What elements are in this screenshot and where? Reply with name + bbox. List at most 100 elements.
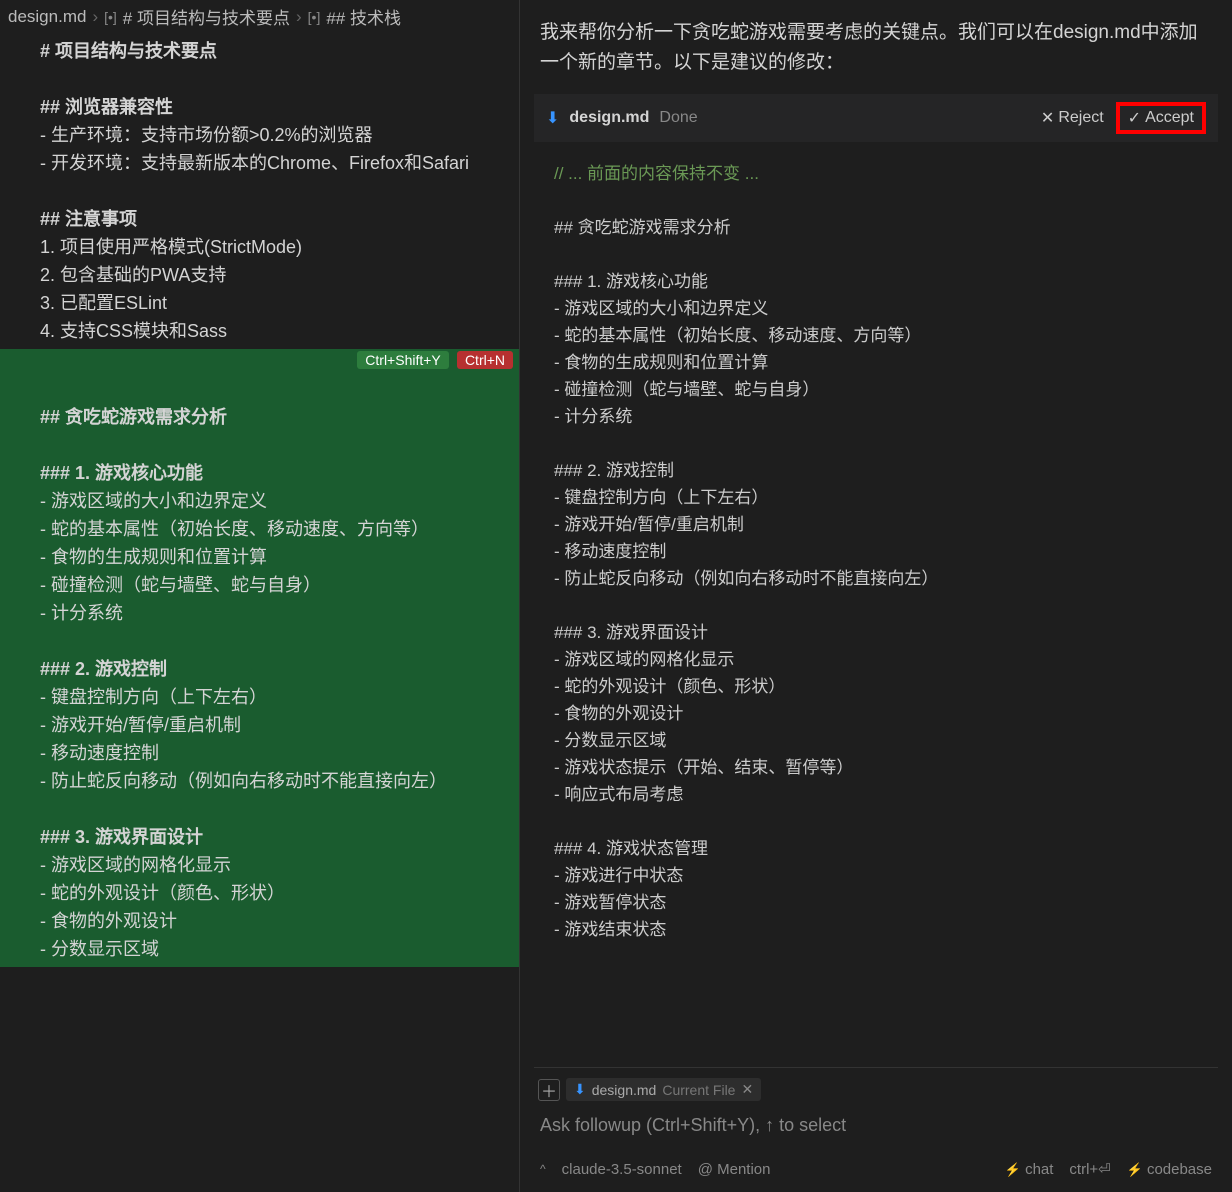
lightning-icon bbox=[1127, 1161, 1143, 1178]
code-line: ### 2. 游戏控制 bbox=[554, 457, 1198, 484]
chat-input[interactable]: Ask followup (Ctrl+Shift+Y), ↑ to select bbox=[534, 1105, 1218, 1156]
code-line: - 分数显示区域 bbox=[554, 727, 1198, 754]
breadcrumb: design.md › [•] # 项目结构与技术要点 › [•] ## 技术栈 bbox=[0, 0, 519, 33]
chip-close-icon[interactable]: ✕ bbox=[741, 1081, 753, 1098]
editor-panel: design.md › [•] # 项目结构与技术要点 › [•] ## 技术栈… bbox=[0, 0, 520, 1192]
diff-added-line[interactable]: - 食物的生成规则和位置计算 bbox=[40, 543, 519, 571]
context-chip[interactable]: ⬇ design.md Current File ✕ bbox=[566, 1078, 761, 1101]
chat-mode-button[interactable]: chat bbox=[1005, 1161, 1054, 1178]
editor-line[interactable]: 4. 支持CSS模块和Sass bbox=[40, 317, 519, 345]
editor-line[interactable]: ## 浏览器兼容性 bbox=[40, 93, 519, 121]
code-line: - 响应式布局考虑 bbox=[554, 781, 1198, 808]
editor-line[interactable]: - 生产环境：支持市场份额>0.2%的浏览器 bbox=[40, 121, 519, 149]
diff-added-line[interactable]: - 游戏开始/暂停/重启机制 bbox=[40, 711, 519, 739]
editor-line[interactable]: 1. 项目使用严格模式(StrictMode) bbox=[40, 233, 519, 261]
code-line: ### 4. 游戏状态管理 bbox=[554, 835, 1198, 862]
diff-added-line[interactable]: - 游戏区域的网格化显示 bbox=[40, 851, 519, 879]
add-context-button[interactable]: ＋ bbox=[538, 1079, 560, 1101]
diff-added-line[interactable]: - 游戏区域的大小和边界定义 bbox=[40, 487, 519, 515]
reject-button[interactable]: ✕ Reject bbox=[1031, 102, 1114, 134]
context-chip-filename: design.md bbox=[592, 1082, 657, 1098]
editor-line[interactable]: - 开发环境：支持最新版本的Chrome、Firefox和Safari bbox=[40, 149, 519, 177]
code-line: - 键盘控制方向（上下左右） bbox=[554, 484, 1198, 511]
code-line: ### 3. 游戏界面设计 bbox=[554, 619, 1198, 646]
code-line: - 游戏开始/暂停/重启机制 bbox=[554, 511, 1198, 538]
suggestion-filename[interactable]: design.md bbox=[569, 109, 649, 127]
code-line: - 防止蛇反向移动（例如向右移动时不能直接向左） bbox=[554, 565, 1198, 592]
caret-up-icon: ^ bbox=[540, 1162, 546, 1176]
code-line: - 游戏进行中状态 bbox=[554, 862, 1198, 889]
check-icon: ✓ bbox=[1128, 108, 1141, 128]
code-line: - 蛇的外观设计（颜色、形状） bbox=[554, 673, 1198, 700]
diff-added-line[interactable]: - 分数显示区域 bbox=[40, 935, 519, 963]
diff-added-line[interactable]: - 碰撞检测（蛇与墙壁、蛇与自身） bbox=[40, 571, 519, 599]
suggestion-status: Done bbox=[659, 109, 697, 127]
diff-added-line[interactable]: - 蛇的基本属性（初始长度、移动速度、方向等） bbox=[40, 515, 519, 543]
model-selector[interactable]: claude-3.5-sonnet bbox=[562, 1161, 682, 1178]
accept-shortcut-badge[interactable]: Ctrl+Shift+Y bbox=[357, 351, 448, 369]
code-line: - 游戏区域的大小和边界定义 bbox=[554, 295, 1198, 322]
code-line: - 游戏结束状态 bbox=[554, 916, 1198, 943]
md-heading-icon: [•] bbox=[308, 9, 321, 25]
download-arrow-icon: ⬇ bbox=[574, 1081, 586, 1098]
diff-added-line[interactable]: - 计分系统 bbox=[40, 599, 519, 627]
code-line: ### 1. 游戏核心功能 bbox=[554, 268, 1198, 295]
lightning-icon bbox=[1005, 1161, 1021, 1178]
codebase-button[interactable]: codebase bbox=[1127, 1161, 1212, 1178]
code-line: ## 贪吃蛇游戏需求分析 bbox=[554, 214, 1198, 241]
diff-added-line[interactable] bbox=[40, 375, 519, 403]
code-line: - 食物的生成规则和位置计算 bbox=[554, 349, 1198, 376]
breadcrumb-section1[interactable]: # 项目结构与技术要点 bbox=[123, 4, 290, 29]
code-line bbox=[554, 241, 1198, 268]
diff-added-line[interactable]: - 食物的外观设计 bbox=[40, 907, 519, 935]
code-line: - 移动速度控制 bbox=[554, 538, 1198, 565]
code-line: // ... 前面的内容保持不变 ... bbox=[554, 160, 1198, 187]
chat-panel: 我来帮你分析一下贪吃蛇游戏需要考虑的关键点。我们可以在design.md中添加一… bbox=[520, 0, 1232, 1192]
editor-line[interactable] bbox=[40, 177, 519, 205]
context-chip-label: Current File bbox=[662, 1082, 735, 1098]
diff-added-line[interactable]: ## 贪吃蛇游戏需求分析 bbox=[40, 403, 519, 431]
diff-added-line[interactable] bbox=[40, 795, 519, 823]
diff-added-line[interactable]: - 防止蛇反向移动（例如向右移动时不能直接向左） bbox=[40, 767, 519, 795]
code-line: - 游戏暂停状态 bbox=[554, 889, 1198, 916]
breadcrumb-section2[interactable]: ## 技术栈 bbox=[326, 4, 401, 29]
reject-shortcut-badge[interactable]: Ctrl+N bbox=[457, 351, 513, 369]
editor-line[interactable]: ## 注意事项 bbox=[40, 205, 519, 233]
diff-added-line[interactable] bbox=[40, 627, 519, 655]
editor-line[interactable]: # 项目结构与技术要点 bbox=[40, 37, 519, 65]
accept-button[interactable]: ✓ Accept bbox=[1116, 102, 1206, 134]
code-line: - 游戏区域的网格化显示 bbox=[554, 646, 1198, 673]
chat-input-region: ＋ ⬇ design.md Current File ✕ Ask followu… bbox=[534, 1067, 1218, 1186]
editor-line[interactable] bbox=[40, 65, 519, 93]
assistant-message: 我来帮你分析一下贪吃蛇游戏需要考虑的关键点。我们可以在design.md中添加一… bbox=[534, 6, 1218, 94]
code-line: - 蛇的基本属性（初始长度、移动速度、方向等） bbox=[554, 322, 1198, 349]
diff-added-line[interactable] bbox=[40, 431, 519, 459]
breadcrumb-file[interactable]: design.md bbox=[8, 7, 86, 27]
editor-line[interactable]: 2. 包含基础的PWA支持 bbox=[40, 261, 519, 289]
code-line bbox=[554, 187, 1198, 214]
diff-added-line[interactable]: - 键盘控制方向（上下左右） bbox=[40, 683, 519, 711]
diff-added-line[interactable]: ### 2. 游戏控制 bbox=[40, 655, 519, 683]
diff-added-line[interactable]: ### 3. 游戏界面设计 bbox=[40, 823, 519, 851]
suggestion-code-block[interactable]: // ... 前面的内容保持不变 ... ## 贪吃蛇游戏需求分析 ### 1.… bbox=[534, 150, 1218, 1067]
close-icon: ✕ bbox=[1041, 108, 1054, 128]
suggestion-file-header: ⬇ design.md Done ✕ Reject ✓ Accept bbox=[534, 94, 1218, 142]
diff-added-line[interactable]: - 移动速度控制 bbox=[40, 739, 519, 767]
codebase-shortcut-label: ctrl+⏎ bbox=[1069, 1160, 1110, 1178]
mention-button[interactable]: @ Mention bbox=[698, 1161, 771, 1178]
download-arrow-icon: ⬇ bbox=[546, 108, 559, 128]
diff-added-line[interactable]: - 蛇的外观设计（颜色、形状） bbox=[40, 879, 519, 907]
chat-toolbar: ^ claude-3.5-sonnet @ Mention chat ctrl+… bbox=[534, 1156, 1218, 1186]
code-line bbox=[554, 592, 1198, 619]
code-line: - 碰撞检测（蛇与墙壁、蛇与自身） bbox=[554, 376, 1198, 403]
diff-shortcut-row: Ctrl+Shift+Y Ctrl+N bbox=[0, 349, 519, 371]
chevron-right-icon: › bbox=[296, 7, 302, 27]
code-line bbox=[554, 430, 1198, 457]
diff-added-line[interactable]: ### 1. 游戏核心功能 bbox=[40, 459, 519, 487]
code-line: - 游戏状态提示（开始、结束、暂停等） bbox=[554, 754, 1198, 781]
code-line bbox=[554, 808, 1198, 835]
editor-line[interactable]: 3. 已配置ESLint bbox=[40, 289, 519, 317]
chevron-right-icon: › bbox=[92, 7, 98, 27]
code-editor[interactable]: # 项目结构与技术要点 ## 浏览器兼容性- 生产环境：支持市场份额>0.2%的… bbox=[0, 33, 519, 1192]
code-line: - 食物的外观设计 bbox=[554, 700, 1198, 727]
